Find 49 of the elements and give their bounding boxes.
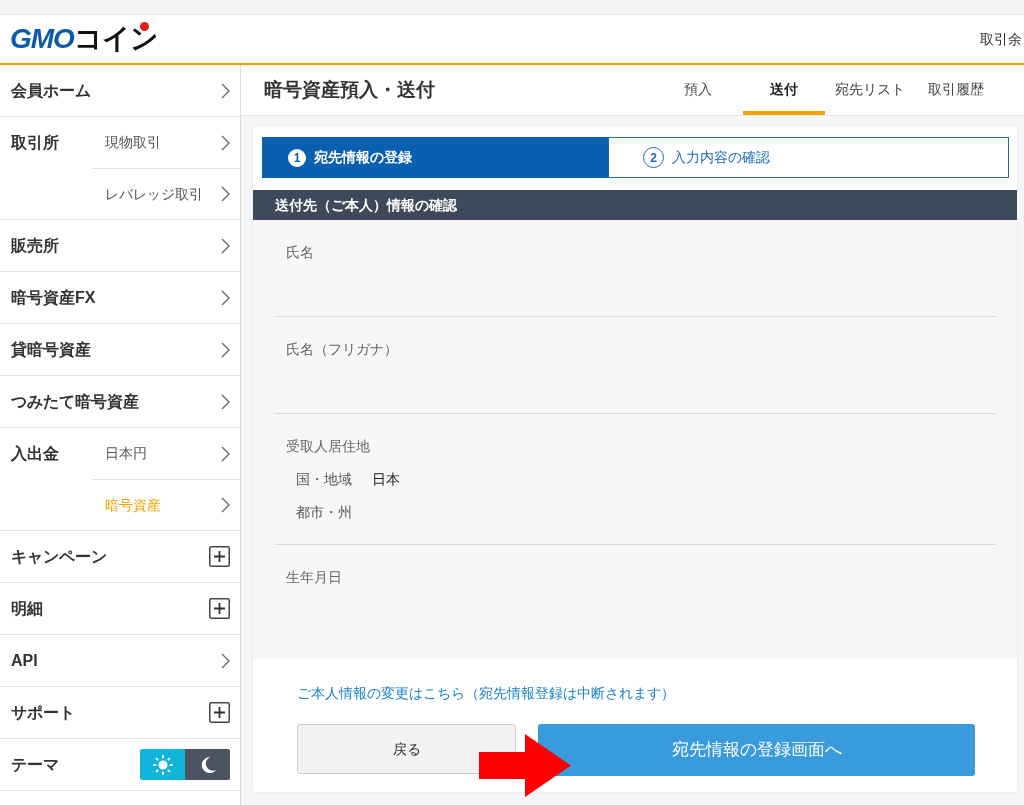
- expand-icon: [209, 598, 230, 619]
- chevron-right-icon: [221, 393, 230, 410]
- chevron-right-icon: [221, 652, 230, 669]
- chevron-right-icon: [221, 82, 230, 99]
- sidebar-item[interactable]: 会員ホーム: [0, 65, 240, 117]
- step-indicator: 2 入力内容の確認: [608, 137, 1009, 178]
- chevron-right-icon: [221, 237, 230, 254]
- chevron-right-icon: [221, 289, 230, 306]
- tab[interactable]: 宛先リスト: [829, 65, 911, 115]
- sidebar-item[interactable]: 明細: [0, 583, 240, 635]
- sidebar-item[interactable]: API: [0, 635, 240, 687]
- chevron-right-icon: [221, 445, 230, 462]
- sun-icon: [152, 754, 173, 775]
- sidebar-item[interactable]: 暗号資産FX: [0, 272, 240, 324]
- chevron-right-icon: [221, 186, 230, 202]
- sidebar-item[interactable]: サポート: [0, 687, 240, 739]
- chevron-right-icon: [221, 134, 230, 151]
- field-label: 生年月日: [286, 568, 343, 587]
- sidebar-item[interactable]: 販売所: [0, 220, 240, 272]
- tab[interactable]: 送付: [743, 65, 825, 115]
- field-label: 受取人居住地: [286, 437, 371, 456]
- change-info-link[interactable]: ご本人情報の変更はこちら（宛先情報登録は中断されます）: [297, 683, 675, 704]
- expand-icon: [209, 702, 230, 723]
- chevron-right-icon: [221, 341, 230, 358]
- sidebar-item[interactable]: キャンペーン: [0, 531, 240, 583]
- logo[interactable]: GMOコイン: [10, 18, 158, 60]
- page-title: 暗号資産預入・送付: [264, 77, 436, 102]
- sidebar-group-label: 入出金: [10, 443, 60, 464]
- sidebar-label: テーマ: [10, 754, 59, 775]
- account-label: 取引余: [980, 29, 1022, 49]
- light-theme-toggle[interactable]: [140, 749, 185, 780]
- field-value: 日本: [372, 470, 400, 489]
- sidebar-item[interactable]: つみたて暗号資産: [0, 376, 240, 428]
- chevron-right-icon: [221, 497, 230, 513]
- back-button[interactable]: 戻る: [297, 724, 516, 774]
- tab[interactable]: 取引履歴: [915, 65, 997, 115]
- sidebar-group-label: 取引所: [10, 132, 60, 153]
- sidebar-item[interactable]: 貸暗号資産: [0, 324, 240, 376]
- field-label: 国・地域: [296, 470, 352, 489]
- expand-icon: [209, 546, 230, 567]
- sidebar-subitem[interactable]: 日本円: [92, 428, 240, 479]
- tab[interactable]: 預入: [657, 65, 739, 115]
- field-label: 氏名: [286, 243, 315, 262]
- sidebar-subitem[interactable]: 現物取引: [92, 117, 240, 168]
- dark-theme-toggle[interactable]: [185, 749, 230, 780]
- field-label: 氏名（フリガナ）: [286, 340, 399, 359]
- sidebar-subitem[interactable]: レバレッジ取引: [92, 168, 240, 219]
- field-label: 都市・州: [296, 503, 352, 522]
- section-header: 送付先（ご本人）情報の確認: [253, 190, 1017, 220]
